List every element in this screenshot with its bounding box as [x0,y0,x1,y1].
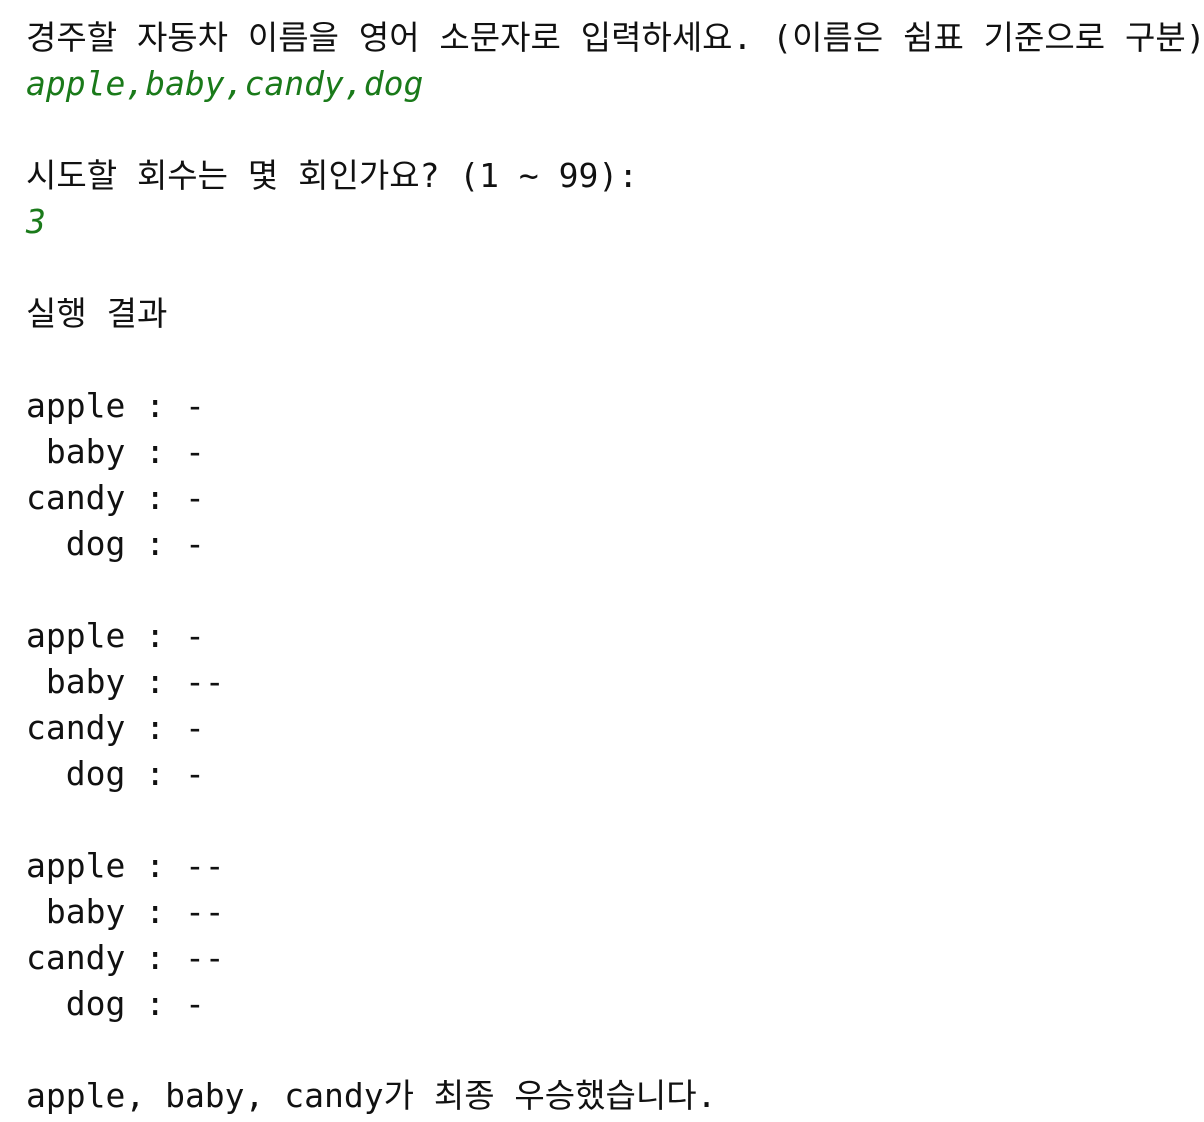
console-output: 경주할 자동차 이름을 영어 소문자로 입력하세요. (이름은 쉼표 기준으로 … [0,0,1204,1122]
result-header: 실행 결과 [26,294,168,333]
car-names-prompt: 경주할 자동차 이름을 영어 소문자로 입력하세요. (이름은 쉼표 기준으로 … [26,18,1204,57]
round-1-line: candy : - [26,478,205,517]
round-2-line: dog : - [26,754,205,793]
round-2-line: apple : - [26,616,205,655]
car-names-input: apple,baby,candy,dog [26,64,424,103]
round-2-line: candy : - [26,708,205,747]
round-3-line: baby : -- [26,892,225,931]
round-1-line: apple : - [26,386,205,425]
round-1-line: baby : - [26,432,205,471]
attempts-input: 3 [26,202,46,241]
round-1-line: dog : - [26,524,205,563]
round-3-line: candy : -- [26,938,225,977]
attempts-prompt: 시도할 회수는 몇 회인가요? (1 ~ 99): [26,156,639,195]
round-3-line: dog : - [26,984,205,1023]
round-3-line: apple : -- [26,846,225,885]
winner-message: apple, baby, candy가 최종 우승했습니다. [26,1076,717,1115]
round-2-line: baby : -- [26,662,225,701]
